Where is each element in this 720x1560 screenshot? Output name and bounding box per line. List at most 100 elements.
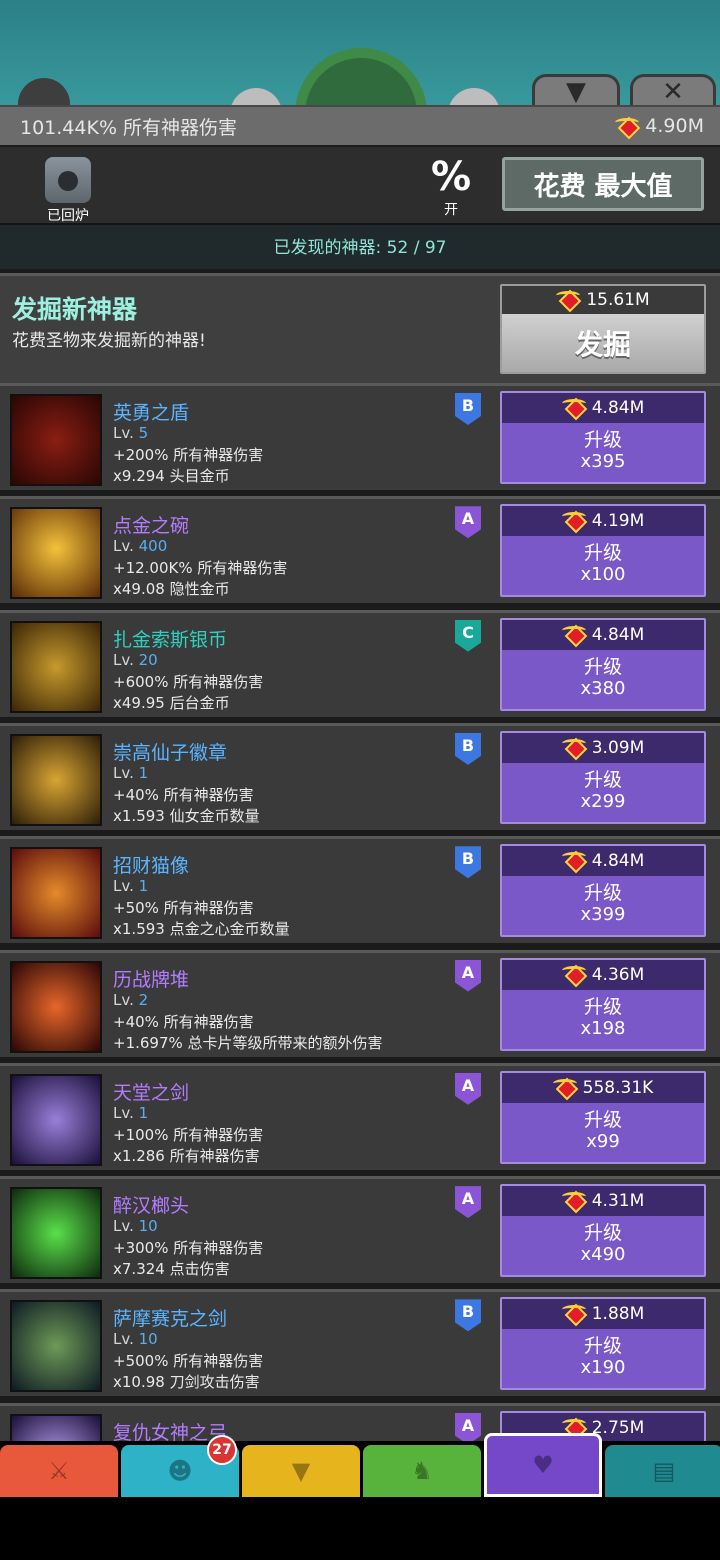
- upgrade-button[interactable]: 4.84M 升级 x380: [500, 617, 706, 711]
- artifact-name: 历战牌堆: [113, 968, 190, 991]
- upgrade-cost: 4.84M: [502, 393, 704, 423]
- artifact-row: 英勇之盾 Lv. 5 +200% 所有神器伤害 x9.294 头目金币 B 4.84M 升级…: [0, 383, 720, 490]
- artifact-effect-primary: +40% 所有神器伤害: [113, 1012, 254, 1031]
- bow-icon[interactable]: [10, 1413, 102, 1441]
- nav-tab-sword[interactable]: ⚔: [0, 1445, 118, 1497]
- lucky-cat-icon[interactable]: [10, 847, 102, 940]
- artifact-effect-secondary: x1.286 所有神器伤害: [113, 1146, 260, 1165]
- artifact-level: Lv. 2: [113, 990, 149, 1009]
- upgrade-cost: 4.84M: [502, 846, 704, 877]
- artifact-toolbar: 已回炉 % 开 花费 最大值: [0, 145, 720, 225]
- relic-icon: [561, 965, 586, 984]
- tier-badge: C: [455, 619, 481, 652]
- equipment-icon: ▼: [291, 1457, 311, 1485]
- close-button[interactable]: ✕: [630, 74, 716, 105]
- gold-bowl-icon[interactable]: [10, 507, 102, 600]
- nav-tab-shop[interactable]: ▤: [605, 1445, 720, 1497]
- spend-max-button[interactable]: 花费 最大值: [502, 157, 704, 211]
- upgrade-label: 升级: [583, 429, 622, 451]
- relic-icon: [561, 625, 586, 644]
- artifact-effect-secondary: x49.08 隐性金币: [113, 580, 230, 599]
- tier-badge: A: [455, 1072, 481, 1105]
- discover-subtitle: 花费圣物来发掘新的神器!: [12, 331, 206, 351]
- upgrade-cost: 1.88M: [502, 1299, 704, 1330]
- nav-tab-artifact[interactable]: ♥: [484, 1433, 602, 1497]
- artifact-effect-secondary: x10.98 刀剑攻击伤害: [113, 1373, 260, 1392]
- coin-icon[interactable]: [10, 620, 102, 713]
- artifact-name: 天堂之剑: [113, 1081, 190, 1104]
- upgrade-label: 升级: [583, 1222, 622, 1245]
- artifact-name: 醉汉榔头: [113, 1195, 190, 1218]
- collapse-button[interactable]: ▼: [532, 74, 620, 105]
- artifact-level: Lv. 1: [113, 763, 149, 782]
- artifact-name: 英勇之盾: [113, 402, 190, 424]
- artifact-effect-secondary: x7.324 点击伤害: [113, 1260, 230, 1279]
- heroes-icon: ☻: [167, 1457, 193, 1485]
- card-deck-icon[interactable]: [10, 960, 102, 1053]
- shield-icon[interactable]: [10, 394, 102, 486]
- artifact-name: 崇高仙子徽章: [113, 741, 228, 764]
- artifact-name: 点金之碗: [113, 515, 190, 538]
- upgrade-label: 升级: [583, 542, 622, 565]
- artifact-name: 复仇女神之弓: [113, 1421, 228, 1441]
- artifact-effect-primary: +300% 所有神器伤害: [113, 1239, 264, 1258]
- hammer-icon[interactable]: [10, 1187, 102, 1280]
- artifact-row: 天堂之剑 Lv. 1 +100% 所有神器伤害 x1.286 所有神器伤害 A 558.3…: [0, 1062, 720, 1170]
- artifact-level: Lv. 400: [113, 537, 168, 556]
- artifact-level: Lv. 10: [113, 1330, 158, 1349]
- pet-icon: ♞: [411, 1457, 433, 1485]
- artifact-effect-primary: +40% 所有神器伤害: [113, 785, 254, 804]
- upgrade-multiplier: x399: [580, 904, 626, 926]
- upgrade-button[interactable]: 4.36M 升级 x198: [500, 957, 706, 1051]
- total-damage-stat: 101.44K% 所有神器伤害: [20, 116, 238, 139]
- relic-balance: 4.90M: [615, 115, 704, 137]
- reforged-label: 已回炉: [47, 208, 89, 224]
- percent-toggle[interactable]: % 开: [425, 155, 477, 219]
- discover-button[interactable]: 15.61M 发掘: [500, 284, 706, 374]
- relic-icon: [615, 117, 640, 136]
- heaven-sword-icon[interactable]: [10, 1073, 102, 1166]
- upgrade-multiplier: x99: [586, 1130, 620, 1152]
- tier-badge: B: [455, 393, 481, 425]
- relic-icon: [561, 512, 586, 530]
- upgrade-button[interactable]: 558.31K 升级 x99: [500, 1070, 706, 1164]
- artifact-row: 扎金索斯银币 Lv. 20 +600% 所有神器伤害 x49.95 后台金币 C 4.84…: [0, 609, 720, 717]
- upgrade-button[interactable]: 3.09M 升级 x299: [500, 730, 706, 824]
- reforged-button[interactable]: 已回炉: [40, 157, 96, 225]
- relic-icon: [552, 1078, 577, 1097]
- upgrade-button[interactable]: 4.84M 升级 x399: [500, 844, 706, 938]
- upgrade-label: 升级: [583, 1335, 622, 1358]
- artifact-row: 复仇女神之弓 A 2.75M: [0, 1402, 720, 1441]
- upgrade-button[interactable]: 4.84M 升级 x395: [500, 391, 706, 484]
- artifact-list[interactable]: 发掘新神器 花费圣物来发掘新的神器! 15.61M 发掘 英勇之盾 Lv. 5 +2…: [0, 269, 720, 1441]
- nav-tab-pet[interactable]: ♞: [363, 1445, 481, 1497]
- artifact-effect-primary: +500% 所有神器伤害: [113, 1352, 264, 1371]
- settings-gear-icon[interactable]: [18, 78, 70, 105]
- artifact-effect-secondary: +1.697% 总卡片等级所带来的额外伤害: [113, 1033, 383, 1052]
- artifact-effect-primary: +50% 所有神器伤害: [113, 899, 254, 918]
- relic-total: 4.90M: [645, 115, 704, 137]
- artifact-row: 萨摩赛克之剑 Lv. 10 +500% 所有神器伤害 x10.98 刀剑攻击伤害 B 1.…: [0, 1289, 720, 1397]
- discover-cost-value: 15.61M: [586, 290, 650, 310]
- tier-badge: B: [455, 732, 481, 765]
- tier-badge: A: [455, 959, 481, 992]
- fairy-badge-icon[interactable]: [10, 733, 102, 826]
- artifact-effect-secondary: x49.95 后台金币: [113, 693, 230, 712]
- nav-tab-equipment[interactable]: ▼: [242, 1445, 360, 1497]
- artifact-effect-primary: +100% 所有神器伤害: [113, 1125, 264, 1144]
- upgrade-label: 升级: [583, 882, 622, 905]
- upgrade-button[interactable]: 4.19M 升级 x100: [500, 504, 706, 598]
- percent-toggle-label: 开: [444, 202, 458, 218]
- artifact-level: Lv. 10: [113, 1217, 158, 1236]
- relic-icon: [556, 291, 581, 309]
- chevron-down-icon: ▼: [566, 76, 586, 106]
- percent-icon: %: [430, 154, 472, 200]
- upgrade-button[interactable]: 4.31M 升级 x490: [500, 1184, 706, 1278]
- tier-badge: A: [455, 1186, 481, 1219]
- upgrade-button[interactable]: 1.88M 升级 x190: [500, 1297, 706, 1391]
- tier-badge: A: [455, 1412, 481, 1441]
- sword-icon[interactable]: [10, 1300, 102, 1393]
- upgrade-multiplier: x395: [580, 451, 626, 472]
- tree-gear-decoration: [295, 48, 427, 105]
- upgrade-label: 升级: [583, 1108, 622, 1131]
